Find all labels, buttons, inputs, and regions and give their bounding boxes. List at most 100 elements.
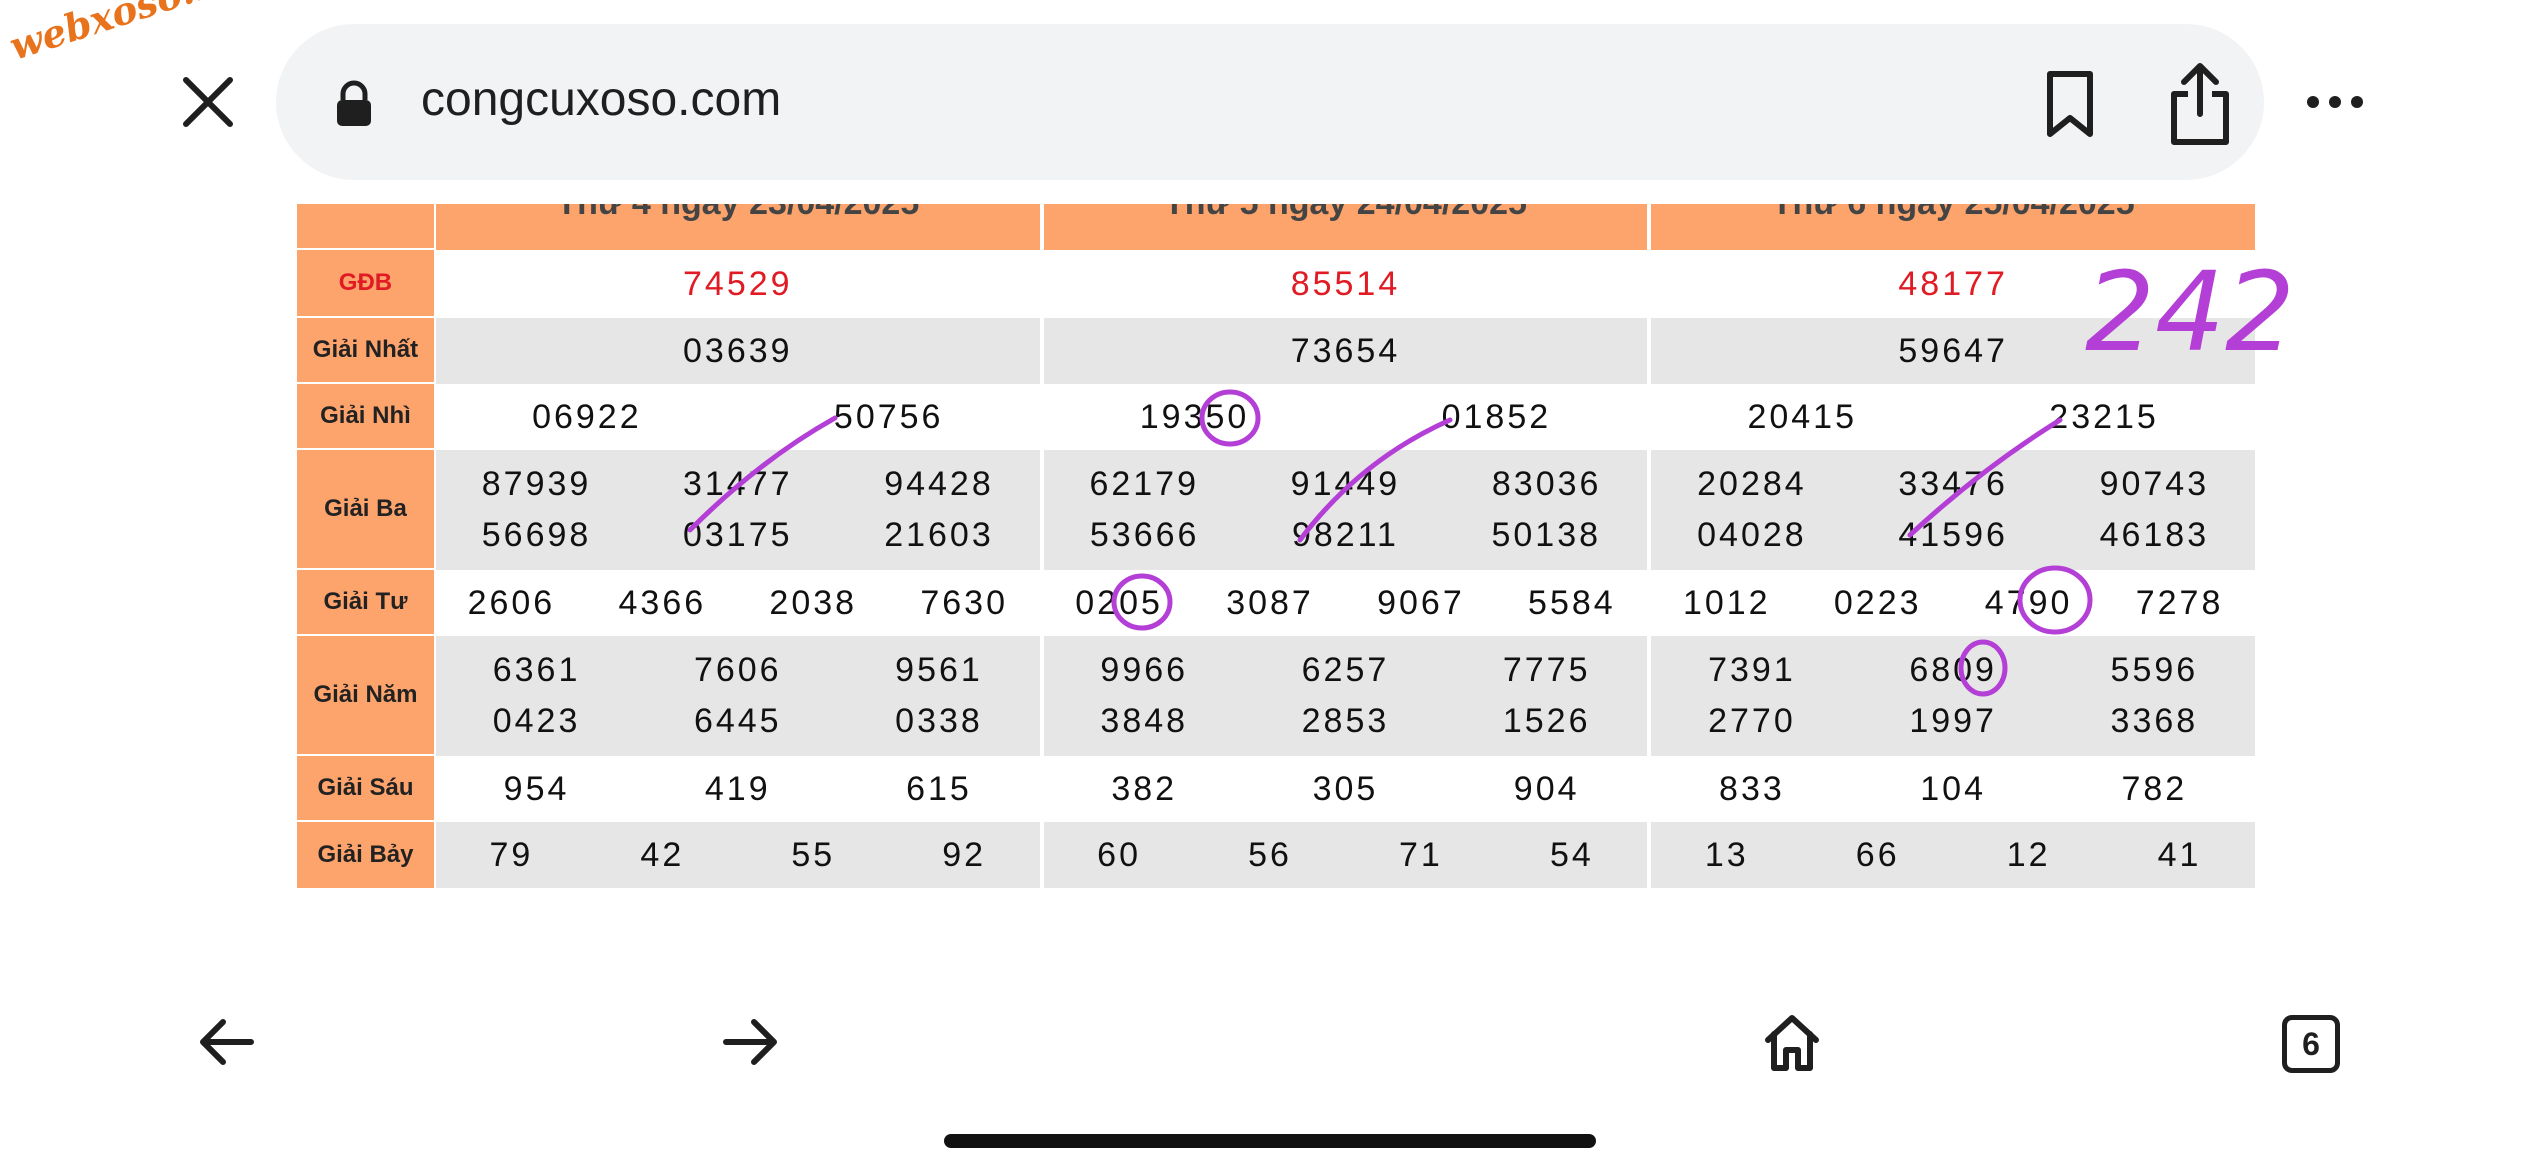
label-giai-bay: Giải Bảy (317, 841, 414, 868)
row-giai-nhat: 73654 (1043, 318, 1648, 384)
column-date: Thứ 6 ngày 25/04/2025 (1651, 204, 2255, 223)
row-gdb: 48177 (1651, 250, 2255, 318)
tabs-icon[interactable]: 6 (2282, 1015, 2340, 1073)
prize-number: 20284 (1697, 465, 1807, 503)
prize-number: 31477 (682, 465, 793, 503)
row-giai-nhat: 59647 (1651, 318, 2255, 384)
prize-number: 2770 (1708, 702, 1796, 740)
lock-icon (337, 80, 371, 126)
prize-number: 0205 (1075, 583, 1163, 622)
prize-number: 66 (1855, 835, 1900, 874)
prize-number: 12 (2006, 835, 2051, 874)
prize-number: 4366 (618, 583, 707, 622)
forward-arrow-icon[interactable] (718, 1010, 782, 1074)
prize-number: 33476 (1898, 465, 2008, 503)
lottery-results-table: GĐB Giải Nhất Giải Nhì Giải Ba Giải Tư G… (297, 204, 2255, 888)
prize-number: 41596 (1898, 516, 2008, 554)
prize-number: 6257 (1301, 651, 1390, 689)
prize-number: 71 (1399, 835, 1443, 874)
prize-number: 615 (906, 769, 972, 808)
row-giai-ba: 20284 33476 90743 04028 41596 46183 (1651, 450, 2255, 570)
prize-number: 6445 (693, 702, 782, 740)
prize-number: 79 (489, 835, 534, 874)
back-arrow-icon[interactable] (195, 1010, 259, 1074)
prize-number: 104 (1920, 769, 1986, 808)
prize-number: 03639 (683, 331, 793, 370)
prize-number: 91449 (1290, 465, 1401, 503)
close-icon[interactable] (178, 72, 238, 132)
prize-number: 20415 (1747, 397, 1857, 436)
row-giai-sau: 833 104 782 (1651, 756, 2255, 822)
prize-number: 13 (1704, 835, 1749, 874)
prize-number: 6809 (1909, 651, 1997, 689)
row-giai-tu: 0205 3087 9067 5584 (1043, 570, 1648, 636)
prize-number: 83036 (1491, 465, 1602, 503)
prize-number: 305 (1312, 769, 1379, 808)
row-giai-ba: 62179 91449 83036 53666 98211 50138 (1043, 450, 1648, 570)
prize-number: 06922 (532, 397, 642, 436)
prize-number: 782 (2121, 769, 2188, 808)
results-column-3: Thứ 6 ngày 25/04/2025 48177 59647 20415 2… (1651, 204, 2255, 888)
prize-number: 6361 (492, 651, 581, 689)
prize-number: 9561 (895, 651, 983, 689)
prize-number: 0338 (895, 702, 983, 740)
prize-number: 54 (1549, 835, 1594, 874)
column-header: Thứ 4 ngày 23/04/2025 (435, 204, 1040, 250)
address-bar[interactable]: congcuxoso.com (276, 24, 2264, 180)
prize-number: 73654 (1290, 331, 1401, 370)
label-gdb: GĐB (297, 250, 434, 318)
prize-number: 62179 (1089, 465, 1199, 503)
row-giai-sau: 382 305 904 (1043, 756, 1648, 822)
share-icon[interactable] (2166, 62, 2234, 146)
prize-number: 3368 (2110, 702, 2199, 740)
prize-number: 4790 (1984, 583, 2073, 622)
row-giai-nhi: 19350 01852 (1043, 384, 1648, 450)
prize-number: 53666 (1089, 516, 1200, 554)
prize-number: 01852 (1441, 397, 1552, 436)
watermark: webxoso.net (4, 0, 266, 69)
bookmark-icon[interactable] (2040, 68, 2100, 140)
home-indicator[interactable] (944, 1134, 1596, 1148)
row-giai-tu: 2606 4366 2038 7630 (435, 570, 1040, 636)
row-giai-nam: 6361 7606 9561 0423 6445 0338 (435, 636, 1040, 756)
prize-number: 7278 (2135, 583, 2224, 622)
label-giai-ba: Giải Ba (297, 450, 434, 570)
prize-number: 904 (1513, 769, 1580, 808)
prize-number: 3848 (1100, 702, 1189, 740)
prize-number: 50138 (1491, 516, 1602, 554)
prize-number: 1012 (1682, 583, 1771, 622)
url-text: congcuxoso.com (421, 73, 782, 126)
prize-number: 954 (503, 769, 570, 808)
prize-number: 9067 (1377, 583, 1465, 622)
prize-number: 382 (1111, 769, 1178, 808)
prize-number: 42 (640, 835, 685, 874)
prize-number: 98211 (1291, 516, 1399, 554)
more-icon[interactable] (2305, 90, 2365, 114)
prize-number: 833 (1719, 769, 1785, 808)
prize-number: 87939 (481, 465, 592, 503)
label-giai-sau: Giải Sáu (297, 756, 434, 822)
prize-number: 60 (1097, 835, 1141, 874)
row-giai-bay: 13 66 12 41 (1651, 822, 2255, 888)
prize-number: 56 (1248, 835, 1292, 874)
row-giai-bay: 79 42 55 92 (435, 822, 1040, 888)
prize-number: 7391 (1708, 651, 1796, 689)
prize-number: 3087 (1226, 583, 1314, 622)
label-giai-nhi: Giải Nhì (297, 384, 434, 450)
gdb-number: 85514 (1290, 264, 1401, 303)
prize-number: 2038 (769, 583, 858, 622)
row-giai-tu: 1012 0223 4790 7278 (1651, 570, 2255, 636)
home-icon[interactable] (1760, 1010, 1824, 1074)
prize-number: 9966 (1100, 651, 1189, 689)
prize-number: 1997 (1909, 702, 1997, 740)
prize-number: 90743 (2099, 465, 2210, 503)
prize-number: 7775 (1502, 651, 1591, 689)
column-date: Thứ 5 ngày 24/04/2025 (1044, 204, 1648, 223)
prize-number: 46183 (2099, 516, 2210, 554)
prize-number: 50756 (833, 397, 944, 436)
prize-number: 419 (704, 769, 771, 808)
results-column-1: Thứ 4 ngày 23/04/2025 74529 03639 06922 5… (435, 204, 1040, 888)
prize-number: 04028 (1697, 516, 1807, 554)
prize-number: 7606 (693, 651, 782, 689)
row-giai-ba: 87939 31477 94428 56698 03175 21603 (435, 450, 1040, 570)
